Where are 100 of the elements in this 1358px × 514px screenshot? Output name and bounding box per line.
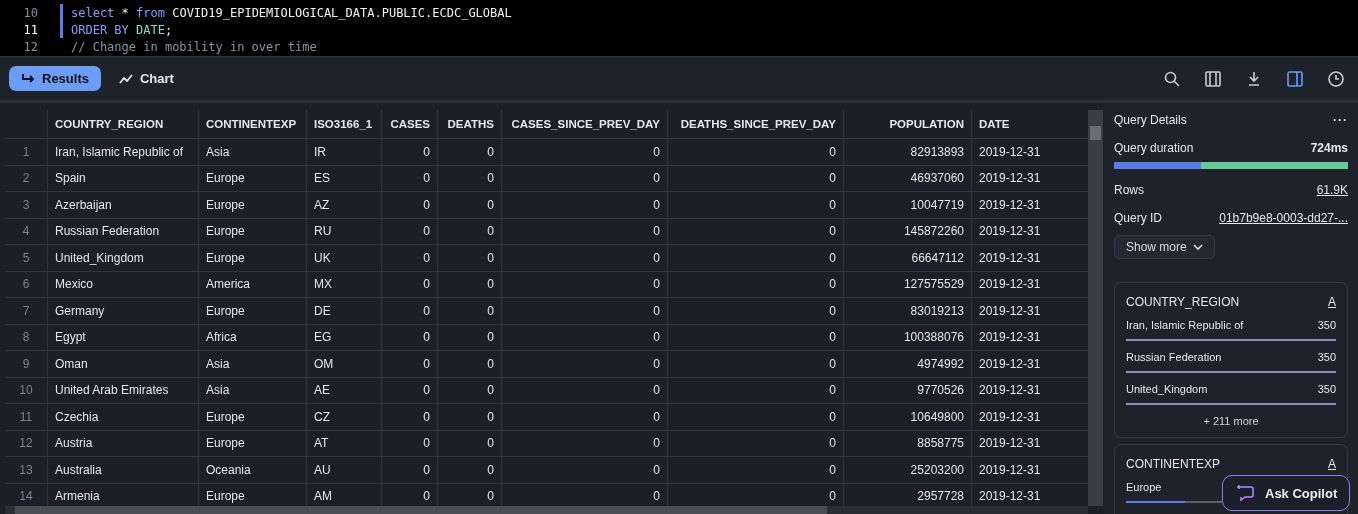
clock-icon [1327, 69, 1345, 88]
row-number: 7 [5, 298, 48, 324]
table-cell: America [199, 271, 307, 297]
table-cell: AT [307, 430, 382, 456]
table-cell: 0 [382, 139, 438, 165]
table-cell: 0 [502, 271, 668, 297]
table-cell: Mexico [48, 271, 199, 297]
more-values-link[interactable]: + 211 more [1126, 415, 1336, 427]
table-cell: 0 [382, 165, 438, 191]
table-cell: 0 [382, 457, 438, 483]
panel-title: Query Details [1114, 113, 1187, 127]
side-panel-icon [1286, 69, 1304, 88]
table-cell: 0 [382, 218, 438, 244]
table-cell-text: 2019-12-31 [978, 488, 1042, 506]
table-cell-text: 2019-12-31 [978, 382, 1042, 400]
rows-link[interactable]: 61.9K [1316, 183, 1348, 197]
table-cell: 0 [382, 430, 438, 456]
table-cell: 82913893 [844, 139, 972, 165]
value-label: Russian Federation [1126, 351, 1222, 363]
code-line: // Change in mobility in over time [71, 39, 317, 54]
line-number: 12 [22, 39, 39, 54]
table-cell: Europe [199, 218, 307, 244]
table-cell: DE [307, 298, 382, 324]
table-cell: Spain [48, 165, 199, 191]
table-cell: AU [307, 457, 382, 483]
results-tab[interactable]: Results [9, 66, 101, 91]
table-cell: 9770526 [844, 377, 972, 403]
table-cell: 0 [502, 430, 668, 456]
table-cell: 0 [438, 324, 502, 350]
row-number: 11 [5, 404, 48, 430]
table-cell: 0 [668, 351, 844, 377]
table-cell-text: 2019-12-31 [978, 355, 1042, 373]
value-label: Europe [1126, 481, 1162, 493]
table-cell: 0 [668, 457, 844, 483]
table-cell: 145872260 [844, 218, 972, 244]
table-cell: 0 [502, 351, 668, 377]
table-cell: Europe [199, 404, 307, 430]
column-header[interactable]: POPULATION [844, 110, 972, 138]
table-cell: 0 [668, 404, 844, 430]
duration-value: 724ms [1310, 141, 1348, 155]
column-header[interactable]: DEATHS_SINCE_PREV_DAY [668, 110, 844, 138]
row-number: 12 [5, 430, 48, 456]
row-number: 9 [5, 351, 48, 377]
row-number: 8 [5, 324, 48, 350]
table-cell: Asia [199, 139, 307, 165]
table-cell: Oman [48, 351, 199, 377]
table-cell-text: 2019-12-31 [978, 435, 1042, 453]
value-label: Iran, Islamic Republic of [1126, 319, 1244, 331]
text-type-mark: A [1328, 295, 1336, 309]
table-cell: 0 [502, 165, 668, 191]
row-number: 10 [5, 377, 48, 403]
table-cell: 0 [502, 404, 668, 430]
table-cell: 0 [668, 218, 844, 244]
table-cell: 0 [502, 192, 668, 218]
row-number: 6 [5, 271, 48, 297]
results-tab[interactable]: Chart [106, 66, 186, 91]
table-cell: 0 [502, 245, 668, 271]
table-cell: OM [307, 351, 382, 377]
row-number: 3 [5, 192, 48, 218]
show-more-button[interactable]: Show more [1114, 235, 1215, 259]
horizontal-scrollbar[interactable] [5, 506, 1088, 514]
table-cell-text: 2019-12-31 [978, 408, 1042, 426]
table-cell: 0 [502, 298, 668, 324]
table-cell: Iran, Islamic Republic of [48, 139, 199, 165]
row-number: 1 [5, 139, 48, 165]
table-cell: United Arab Emirates [48, 377, 199, 403]
table-cell: EG [307, 324, 382, 350]
column-header[interactable]: DEATHS [438, 110, 502, 138]
column-header[interactable]: ISO3166_1 [307, 110, 382, 138]
more-menu[interactable]: ··· [1333, 113, 1348, 127]
table-cell: United_Kingdom [48, 245, 199, 271]
table-cell: 0 [438, 139, 502, 165]
table-cell: IR [307, 139, 382, 165]
table-cell: Australia [48, 457, 199, 483]
table-cell-text: 2019-12-31 [978, 143, 1042, 161]
value-count: 350 [1317, 383, 1336, 395]
column-header[interactable]: CASES_SINCE_PREV_DAY [502, 110, 668, 138]
table-cell-text: 2019-12-31 [978, 249, 1042, 267]
table-cell: 0 [668, 324, 844, 350]
query-id-link[interactable]: 01b7b9e8-0003-dd27-... [1219, 211, 1348, 225]
table-cell: 0 [502, 218, 668, 244]
value-count: 350 [1317, 351, 1336, 363]
column-header[interactable]: CASES [382, 110, 438, 138]
table-cell: 0 [382, 245, 438, 271]
ask-copilot-button[interactable]: Ask Copilot [1222, 475, 1351, 511]
vertical-scrollbar[interactable] [1088, 110, 1103, 506]
table-cell: Europe [199, 192, 307, 218]
line-number: 11 [22, 22, 39, 37]
table-cell: 25203200 [844, 457, 972, 483]
table-cell: 0 [438, 404, 502, 430]
table-cell-text: 2019-12-31 [978, 223, 1042, 241]
table-cell: 0 [382, 351, 438, 377]
row-number: 2 [5, 165, 48, 191]
table-cell: 8858775 [844, 430, 972, 456]
table-cell: AE [307, 377, 382, 403]
column-header[interactable]: DATE [972, 110, 1064, 138]
column-header[interactable]: CONTINENTEXP [199, 110, 307, 138]
table-cell: Azerbaijan [48, 192, 199, 218]
column-header[interactable]: COUNTRY_REGION [48, 110, 199, 138]
table-cell: 0 [438, 245, 502, 271]
